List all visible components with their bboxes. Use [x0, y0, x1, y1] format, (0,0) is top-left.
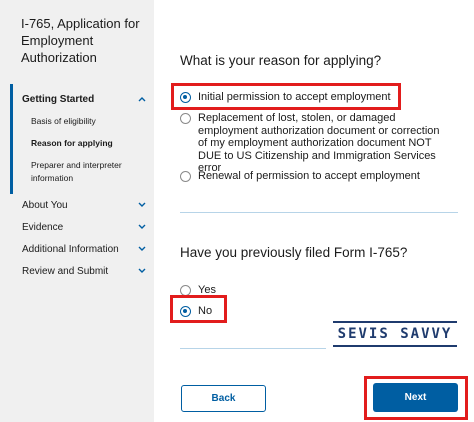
- previously-filed-option-yes[interactable]: Yes: [180, 284, 216, 297]
- nav-review-and-submit[interactable]: Review and Submit: [22, 262, 146, 280]
- nav-sub-basis-of-eligibility[interactable]: Basis of eligibility: [31, 115, 96, 128]
- next-button[interactable]: Next: [373, 383, 458, 412]
- previously-filed-option-yes-label: Yes: [198, 284, 216, 296]
- reason-option-renewal-label: Renewal of permission to accept employme…: [198, 170, 420, 182]
- nav-additional-information[interactable]: Additional Information: [22, 240, 146, 258]
- previously-filed-question: Have you previously filed Form I-765?: [180, 245, 408, 260]
- reason-option-initial[interactable]: Initial permission to accept employment: [180, 91, 391, 104]
- section-divider: [180, 212, 458, 213]
- radio-button-checked[interactable]: [180, 306, 191, 317]
- nav-evidence[interactable]: Evidence: [22, 218, 146, 236]
- back-button[interactable]: Back: [181, 385, 266, 412]
- chevron-up-icon: [138, 95, 146, 103]
- reason-option-replacement[interactable]: Replacement of lost, stolen, or damaged …: [180, 112, 448, 175]
- reason-option-renewal[interactable]: Renewal of permission to accept employme…: [180, 170, 420, 183]
- chevron-down-icon: [138, 245, 146, 253]
- previously-filed-option-no-label: No: [198, 305, 213, 317]
- reason-option-replacement-label: Replacement of lost, stolen, or damaged …: [198, 112, 440, 174]
- nav-about-you[interactable]: About You: [22, 196, 146, 214]
- sidebar: I-765, Application for Employment Author…: [0, 0, 154, 422]
- previously-filed-option-no[interactable]: No: [180, 305, 212, 318]
- watermark-logo: SEVIS SAVVY: [333, 321, 457, 347]
- nav-getting-started-label: Getting Started: [22, 93, 95, 105]
- nav-additional-information-label: Additional Information: [22, 243, 119, 255]
- nav-review-and-submit-label: Review and Submit: [22, 265, 109, 277]
- radio-button[interactable]: [180, 113, 191, 124]
- nav-getting-started[interactable]: Getting Started: [22, 90, 146, 108]
- chevron-down-icon: [138, 267, 146, 275]
- radio-button[interactable]: [180, 171, 191, 182]
- nav-about-you-label: About You: [22, 199, 68, 211]
- reason-question: What is your reason for applying?: [180, 53, 382, 68]
- form-title: I-765, Application for Employment Author…: [21, 16, 140, 65]
- chevron-down-icon: [138, 201, 146, 209]
- chevron-down-icon: [138, 223, 146, 231]
- reason-option-initial-label: Initial permission to accept employment: [198, 91, 391, 103]
- nav-evidence-label: Evidence: [22, 221, 64, 233]
- watermark-text: SEVIS SAVVY: [337, 326, 453, 342]
- radio-button-checked[interactable]: [180, 92, 191, 103]
- nav-sub-reason-for-applying[interactable]: Reason for applying: [31, 137, 113, 150]
- nav-sub-preparer-interpreter[interactable]: Preparer and interpreter information: [31, 159, 131, 185]
- section-divider: [180, 348, 326, 349]
- radio-button[interactable]: [180, 285, 191, 296]
